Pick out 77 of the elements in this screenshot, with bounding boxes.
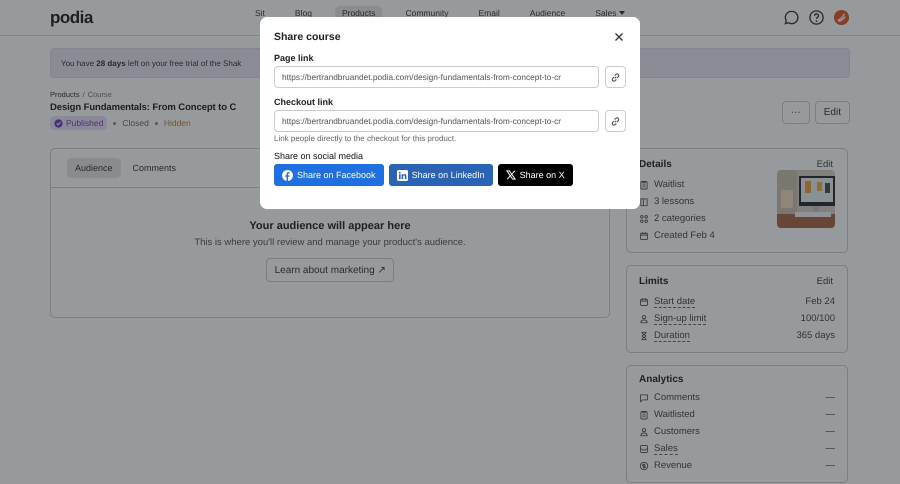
grid-icon	[639, 214, 649, 224]
row-label: Revenue	[654, 460, 692, 471]
row-label: 2 categories	[654, 213, 706, 224]
field-hint: Link people directly to the checkout for this product.	[274, 134, 458, 143]
tab[interactable]: Audience	[67, 158, 121, 178]
status-badge: Published	[50, 116, 108, 130]
page-title: Design Fundamentals: From Concept to C	[50, 102, 236, 113]
edit-button[interactable]: Edit	[814, 157, 835, 172]
link-icon	[610, 72, 621, 82]
person-icon	[639, 314, 649, 324]
clipboard-icon	[639, 410, 649, 420]
link-field[interactable]: https://bertrandbruandet.podia.com/design-fundamentals-from-concept-to-cr	[274, 66, 599, 88]
edit-button[interactable]: Edit	[814, 101, 850, 124]
copy-link-button[interactable]	[605, 66, 626, 88]
separator-dot	[154, 122, 158, 124]
link-icon	[610, 116, 621, 126]
calendar-icon	[639, 230, 649, 240]
x-share-button[interactable]: Share on X	[498, 164, 573, 186]
nav-link[interactable]: Community	[398, 6, 456, 20]
clipboard-icon	[639, 180, 649, 190]
nav-link[interactable]: Blog	[288, 6, 319, 20]
calendar-icon	[639, 296, 649, 306]
chat-icon	[639, 392, 649, 402]
status-label: Hidden	[164, 118, 191, 128]
inbox-icon	[639, 444, 649, 454]
row-label: Created Feb 4	[654, 230, 715, 241]
row-label: Comments	[654, 392, 700, 403]
book-icon	[639, 196, 649, 206]
row-value: —	[826, 409, 835, 420]
row-label: Sign-up limit	[654, 312, 706, 324]
logo[interactable]: podia	[50, 8, 240, 28]
dialog-title: Share course	[274, 31, 341, 43]
row-label: 3 lessons	[654, 196, 694, 207]
row-label: Duration	[654, 330, 690, 342]
facebook-share-button[interactable]: Share on Facebook	[274, 164, 384, 186]
x-icon	[506, 170, 516, 180]
learn-button[interactable]: Learn about marketing ↗	[266, 258, 394, 282]
help-icon[interactable]	[808, 9, 825, 26]
row-label: Start date	[654, 296, 696, 308]
person-icon	[639, 426, 649, 436]
row-value: —	[826, 460, 835, 471]
edit-button[interactable]: Edit	[814, 274, 835, 289]
row-label: Sales	[654, 442, 678, 454]
chat-icon[interactable]	[783, 9, 800, 26]
row-value: Feb 24	[805, 296, 835, 307]
tab[interactable]: Comments	[124, 158, 184, 178]
field-label: Page link	[274, 53, 315, 63]
nav-link[interactable]: Audience	[522, 6, 572, 20]
empty-description: This is where you'll review and manage your product's audience.	[194, 237, 466, 248]
row-label: Waitlist	[654, 179, 684, 190]
linkedin-share-button[interactable]: Share on LinkedIn	[388, 164, 493, 186]
more-button[interactable]: ···	[782, 101, 810, 124]
empty-title: Your audience will appear here	[249, 220, 411, 232]
avatar[interactable]	[833, 9, 850, 26]
row-value: —	[826, 426, 835, 437]
field-label: Checkout link	[274, 97, 334, 107]
link-field[interactable]: https://bertrandbruandet.podia.com/design-fundamentals-from-concept-to-cr	[274, 110, 599, 132]
dollar-icon	[639, 460, 649, 470]
panel-title: Limits	[639, 276, 668, 287]
facebook-icon	[282, 170, 293, 180]
row-value: —	[826, 443, 835, 454]
row-label: Customers	[654, 426, 700, 437]
status-label: Closed	[122, 118, 149, 128]
row-label: Waitlisted	[654, 409, 695, 420]
trial-message: You have 28 days left on your free trial of the Shak	[61, 58, 242, 68]
separator-dot	[113, 122, 116, 124]
row-value: 100/100	[800, 313, 835, 324]
hourglass-icon	[639, 330, 649, 340]
panel-title: Details	[639, 159, 672, 170]
panel-title: Analytics	[639, 374, 684, 385]
nav-link[interactable]: Email	[471, 6, 507, 20]
nav-link[interactable]: Sit	[248, 6, 272, 20]
row-value: —	[826, 392, 835, 403]
row-value: 365 days	[796, 330, 835, 341]
linkedin-icon	[396, 170, 408, 180]
section-label: Share on social media	[274, 151, 364, 161]
copy-link-button[interactable]	[605, 110, 626, 132]
